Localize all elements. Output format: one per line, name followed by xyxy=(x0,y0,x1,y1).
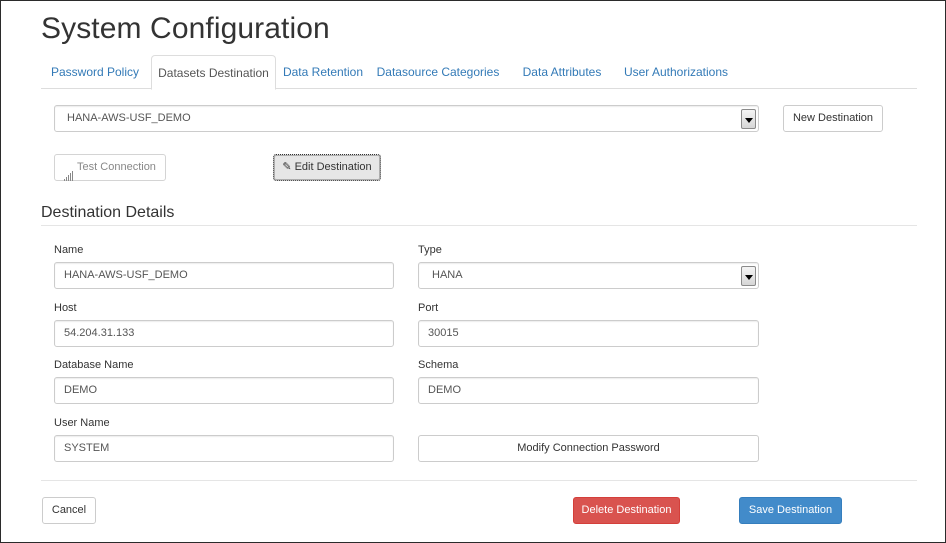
schema-field[interactable]: DEMO xyxy=(418,377,759,404)
schema-label: Schema xyxy=(418,359,459,371)
tab-datasets-destination[interactable]: Datasets Destination xyxy=(151,55,276,90)
tab-data-attributes[interactable]: Data Attributes xyxy=(514,55,610,89)
save-destination-button[interactable]: Save Destination xyxy=(739,497,842,524)
destination-select-value: HANA-AWS-USF_DEMO xyxy=(67,112,191,124)
signal-bars-icon xyxy=(64,156,74,181)
modify-password-label: Modify Connection Password xyxy=(517,442,660,454)
tab-data-retention[interactable]: Data Retention xyxy=(279,55,367,89)
type-select[interactable]: HANA xyxy=(418,262,759,289)
user-name-field[interactable]: SYSTEM xyxy=(54,435,394,462)
tab-password-policy[interactable]: Password Policy xyxy=(41,55,149,89)
port-field[interactable]: 30015 xyxy=(418,320,759,347)
page-title: System Configuration xyxy=(41,12,330,45)
divider xyxy=(41,480,917,481)
edit-destination-label: Edit Destination xyxy=(294,161,372,173)
database-name-label: Database Name xyxy=(54,359,134,371)
type-select-value: HANA xyxy=(432,269,463,281)
save-destination-label: Save Destination xyxy=(748,504,833,516)
edit-destination-button[interactable]: ✎ Edit Destination xyxy=(273,154,381,181)
new-destination-label: New Destination xyxy=(792,112,874,124)
database-name-field[interactable]: DEMO xyxy=(54,377,394,404)
new-destination-button[interactable]: New Destination xyxy=(783,105,883,132)
destination-select[interactable]: HANA-AWS-USF_DEMO xyxy=(54,105,759,132)
host-field[interactable]: 54.204.31.133 xyxy=(54,320,394,347)
tab-datasource-categories[interactable]: Datasource Categories xyxy=(375,55,501,89)
chevron-down-icon[interactable] xyxy=(741,109,756,129)
user-name-label: User Name xyxy=(54,417,110,429)
cancel-button[interactable]: Cancel xyxy=(42,497,96,524)
delete-destination-button[interactable]: Delete Destination xyxy=(573,497,680,524)
edit-icon: ✎ xyxy=(282,161,292,173)
test-connection-label: Test Connection xyxy=(77,161,156,173)
cancel-label: Cancel xyxy=(51,504,87,516)
delete-destination-label: Delete Destination xyxy=(581,504,672,516)
divider xyxy=(41,225,917,226)
type-label: Type xyxy=(418,244,442,256)
name-label: Name xyxy=(54,244,84,256)
modify-password-button[interactable]: Modify Connection Password xyxy=(418,435,759,462)
host-label: Host xyxy=(54,302,77,314)
tab-bar: Password Policy Datasets Destination Dat… xyxy=(41,55,917,90)
destination-details-title: Destination Details xyxy=(41,204,175,221)
chevron-down-icon[interactable] xyxy=(741,266,756,286)
name-field[interactable]: HANA-AWS-USF_DEMO xyxy=(54,262,394,289)
test-connection-button[interactable]: Test Connection xyxy=(54,154,166,181)
tab-user-authorizations[interactable]: User Authorizations xyxy=(615,55,737,89)
port-label: Port xyxy=(418,302,439,314)
